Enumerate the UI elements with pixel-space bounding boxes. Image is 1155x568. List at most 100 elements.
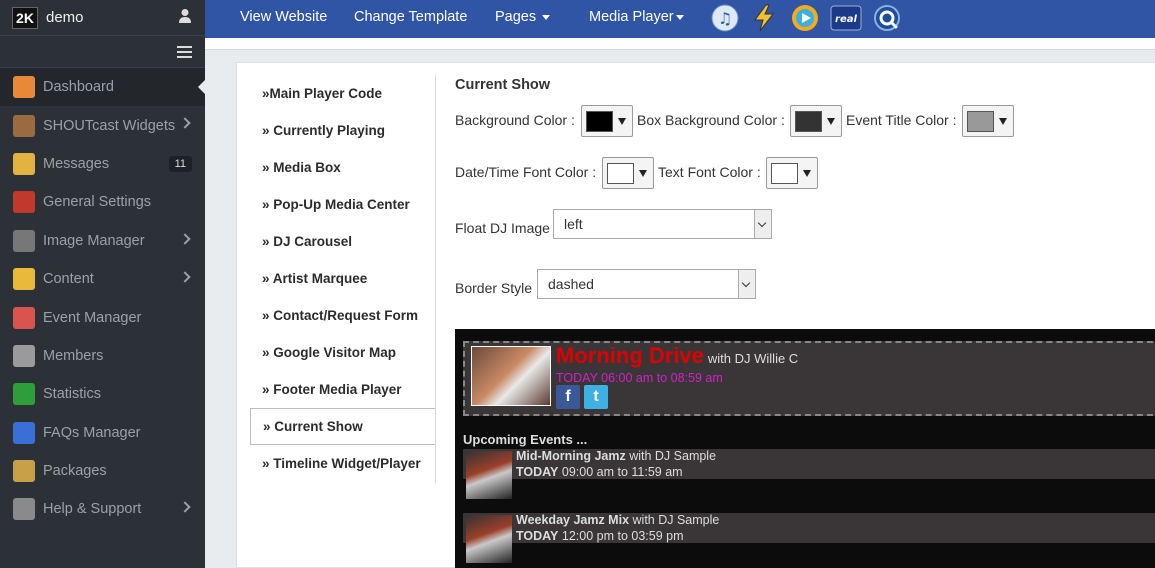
sidebar: 2K demo Dashboard SHOUTcast Widgets Messag… xyxy=(0,0,205,568)
float-dj-image-select[interactable]: left xyxy=(553,209,772,239)
tab-currently-playing[interactable]: » Currently Playing xyxy=(250,112,435,149)
upcoming-events-title: Upcoming Events ... xyxy=(463,432,588,447)
sidebar-item-general-settings[interactable]: General Settings xyxy=(0,183,205,221)
background-color-picker[interactable] xyxy=(581,105,633,137)
current-show-preview: Morning Drive with DJ Willie C TODAY 06:0… xyxy=(455,329,1155,568)
sidebar-nav: Dashboard SHOUTcast Widgets Messages 11 Gene… xyxy=(0,68,205,529)
real-player-icon[interactable]: real xyxy=(830,4,862,32)
event-title-color-swatch xyxy=(967,111,994,132)
chevron-right-icon xyxy=(179,232,191,245)
support-icon xyxy=(13,498,35,521)
messages-count-badge: 11 xyxy=(168,155,192,172)
tools-icon xyxy=(13,191,35,214)
show-title-line: Morning Drive with DJ Willie C xyxy=(556,343,798,369)
brand-name: demo xyxy=(46,9,84,26)
change-template-link[interactable]: Change Template xyxy=(354,9,467,25)
calendar-icon xyxy=(13,306,35,329)
itunes-icon[interactable]: ♫ xyxy=(711,4,739,32)
background-color-swatch xyxy=(586,111,613,132)
event-dj: with DJ Sample xyxy=(632,513,720,527)
event-time: 12:00 pm to 03:59 pm xyxy=(561,529,684,543)
sidebar-item-label: Statistics xyxy=(43,386,102,403)
float-dj-image-label: Float DJ Image xyxy=(455,220,550,236)
sidebar-item-shoutcast-widgets[interactable]: SHOUTcast Widgets xyxy=(0,106,205,144)
tab-contact-request-form[interactable]: » Contact/Request Form xyxy=(250,297,435,334)
sidebar-item-messages[interactable]: Messages 11 xyxy=(0,145,205,183)
tab-footer-media-player[interactable]: » Footer Media Player xyxy=(250,371,435,408)
caret-down-icon xyxy=(675,14,684,20)
tab-media-box[interactable]: » Media Box xyxy=(250,149,435,186)
event-title-color-label: Event Title Color : xyxy=(846,112,957,128)
sidebar-item-members[interactable]: Members xyxy=(0,337,205,375)
sidebar-item-content[interactable]: Content xyxy=(0,260,205,298)
sidebar-item-help-support[interactable]: Help & Support xyxy=(0,490,205,528)
tab-artist-marquee[interactable]: » Artist Marquee xyxy=(250,260,435,297)
film-icon xyxy=(13,229,35,252)
svg-text:♫: ♫ xyxy=(718,9,732,28)
home-icon xyxy=(13,76,35,99)
sidebar-item-label: Dashboard xyxy=(43,79,114,96)
brand-logo: 2K xyxy=(12,6,38,29)
sidebar-item-dashboard[interactable]: Dashboard xyxy=(0,68,205,107)
pages-menu[interactable]: Pages xyxy=(495,9,551,25)
winamp-icon[interactable] xyxy=(750,4,778,32)
sidebar-item-image-manager[interactable]: Image Manager xyxy=(0,222,205,260)
event-title-color-picker[interactable] xyxy=(962,105,1014,137)
tab-timeline-widget-player[interactable]: » Timeline Widget/Player xyxy=(250,445,435,482)
view-website-link[interactable]: View Website xyxy=(240,9,327,25)
dropdown-arrow-icon xyxy=(618,118,626,125)
sidebar-item-label: Help & Support xyxy=(43,501,142,518)
tab-dj-carousel[interactable]: » DJ Carousel xyxy=(250,223,435,260)
quicktime-icon[interactable] xyxy=(873,4,901,32)
datetime-font-color-label: Date/Time Font Color : xyxy=(455,164,597,180)
windows-media-icon[interactable] xyxy=(791,4,819,32)
facebook-icon[interactable]: f xyxy=(556,385,580,409)
widgets-icon xyxy=(13,114,35,137)
event-time-line: TODAY 09:00 am to 11:59 am xyxy=(516,465,683,479)
tab-main-player-code[interactable]: »Main Player Code xyxy=(250,75,435,112)
current-show-box: Morning Drive with DJ Willie C TODAY 06:0… xyxy=(463,341,1155,416)
top-navbar: View Website Change Template Pages Media… xyxy=(205,0,1155,38)
border-style-select[interactable]: dashed xyxy=(537,269,756,299)
show-dj: with DJ Willie C xyxy=(707,351,799,366)
chevron-right-icon xyxy=(179,501,191,513)
tab-pop-up-media-center[interactable]: » Pop-Up Media Center xyxy=(250,186,435,223)
sidebar-item-faqs-manager[interactable]: FAQs Manager xyxy=(0,414,205,452)
sidebar-item-label: General Settings xyxy=(43,194,152,211)
tab-current-show[interactable]: » Current Show xyxy=(250,408,435,445)
user-icon[interactable] xyxy=(178,8,192,24)
event-name: Mid-Morning Jamz xyxy=(516,449,626,463)
section-title: Current Show xyxy=(455,77,551,93)
box-background-color-swatch xyxy=(795,111,822,132)
media-player-menu[interactable]: Media Player xyxy=(589,9,684,25)
dropdown-arrow-icon xyxy=(827,118,835,125)
folder-icon xyxy=(13,268,35,291)
stats-icon xyxy=(13,383,35,406)
sidebar-item-label: SHOUTcast Widgets xyxy=(43,117,176,134)
menu-toggle-icon[interactable] xyxy=(177,46,192,58)
event-time: 09:00 am to 11:59 am xyxy=(561,465,683,479)
text-font-color-picker[interactable] xyxy=(766,157,818,189)
event-name-line: Mid-Morning Jamz with DJ Sample xyxy=(516,449,716,463)
datetime-font-color-swatch xyxy=(607,163,634,184)
sidebar-item-label: Content xyxy=(43,271,94,288)
event-day: TODAY xyxy=(516,529,559,543)
chevron-right-icon xyxy=(179,117,191,130)
float-dj-image-value: left xyxy=(564,216,583,232)
sidebar-item-label: Packages xyxy=(43,463,107,480)
tab-google-visitor-map[interactable]: » Google Visitor Map xyxy=(250,334,435,371)
box-background-color-picker[interactable] xyxy=(790,105,842,137)
event-image xyxy=(466,515,512,563)
sidebar-item-packages[interactable]: Packages xyxy=(0,452,205,490)
dropdown-arrow-icon xyxy=(803,170,811,177)
sidebar-item-label: Event Manager xyxy=(43,309,142,326)
sidebar-item-event-manager[interactable]: Event Manager xyxy=(0,298,205,336)
sidebar-item-statistics[interactable]: Statistics xyxy=(0,375,205,413)
background-color-label: Background Color : xyxy=(455,112,575,128)
twitter-icon[interactable]: t xyxy=(584,385,608,409)
datetime-font-color-picker[interactable] xyxy=(602,157,654,189)
chevron-right-icon xyxy=(179,271,191,283)
widget-tabs: »Main Player Code» Currently Playing» Me… xyxy=(250,75,436,483)
event-name: Weekday Jamz Mix xyxy=(516,513,630,527)
sidebar-item-label: Members xyxy=(43,347,104,364)
